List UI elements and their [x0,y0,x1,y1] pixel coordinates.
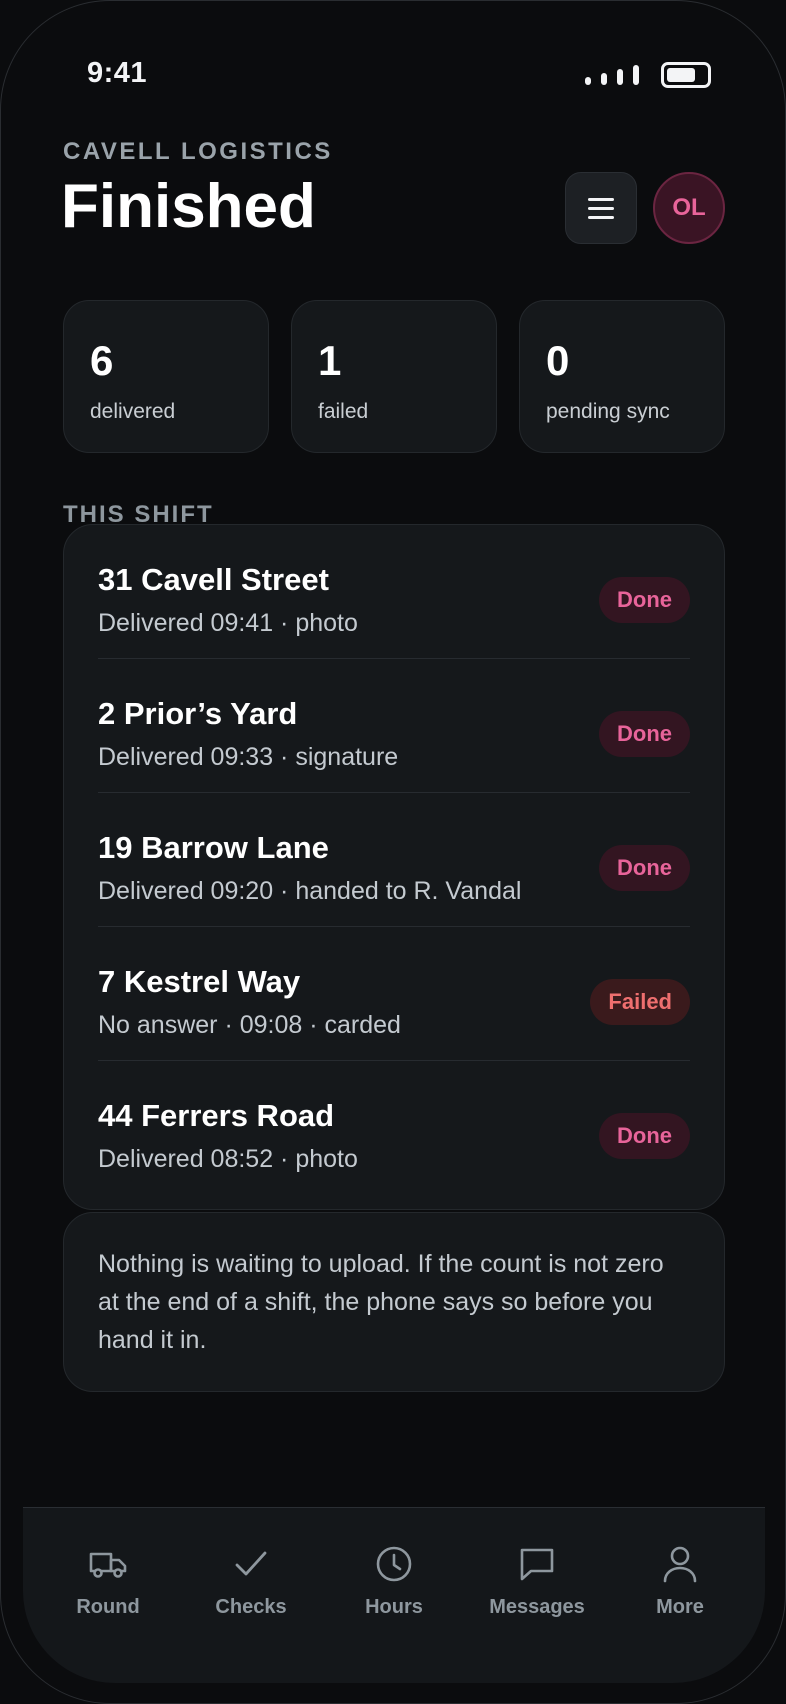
page-title: Finished [61,172,316,241]
tab-label: Round [76,1596,140,1618]
stat-value: 6 [90,337,114,384]
tab-bar: Round Checks Hours Messages More [23,1507,765,1683]
tab-checks[interactable]: Checks [180,1544,322,1634]
tab-label: More [656,1596,704,1618]
delivery-address: 2 Prior’s Yard [98,696,298,731]
delivery-detail: No answer · 09:08 · carded [98,1011,401,1039]
delivery-row[interactable]: 19 Barrow Lane Delivered 09:20 · handed … [98,793,690,927]
stat-value: 1 [318,337,342,384]
stat-label: pending sync [546,400,670,423]
battery-icon [661,62,711,88]
phone-frame: 9:41 CAVELL LOGISTICS Finished OL 6 deli… [0,0,786,1704]
upload-note-card: Nothing is waiting to upload. If the cou… [63,1212,725,1392]
avatar[interactable]: OL [653,172,725,244]
check-icon [235,1551,267,1576]
stat-failed: 1 failed [291,300,497,453]
delivery-row[interactable]: 7 Kestrel Way No answer · 09:08 · carded… [98,927,690,1061]
status-badge: Done [599,845,690,891]
tab-more[interactable]: More [609,1544,751,1634]
status-badge: Done [599,577,690,623]
delivery-address: 7 Kestrel Way [98,964,301,999]
delivery-detail: Delivered 09:41 · photo [98,609,358,637]
menu-icon [588,197,614,201]
person-icon [663,1546,697,1583]
delivery-detail: Delivered 09:33 · signature [98,743,399,771]
stat-label: delivered [90,400,176,423]
tab-label: Checks [215,1596,287,1618]
stat-value: 0 [546,337,570,384]
tab-messages[interactable]: Messages [466,1544,608,1634]
status-badge: Failed [590,979,690,1025]
delivery-list: 31 Cavell Street Delivered 09:41 · photo… [63,524,725,1210]
menu-button[interactable] [565,172,637,244]
stat-label: failed [318,400,369,423]
signal-icon [585,65,639,85]
delivery-row[interactable]: 2 Prior’s Yard Delivered 09:33 · signatu… [98,659,690,793]
message-icon [520,1548,554,1581]
truck-icon [89,1552,127,1578]
stat-delivered: 6 delivered [63,300,269,453]
tab-round[interactable]: Round [37,1544,179,1634]
delivery-detail: Delivered 08:52 · photo [98,1145,358,1173]
status-time: 9:41 [87,57,148,89]
tab-label: Messages [489,1596,585,1618]
status-badge: Done [599,1113,690,1159]
delivery-address: 31 Cavell Street [98,562,329,597]
clock-icon [376,1546,412,1582]
tab-label: Hours [365,1596,423,1618]
delivery-address: 19 Barrow Lane [98,830,329,865]
delivery-row[interactable]: 44 Ferrers Road Delivered 08:52 · photo … [98,1061,690,1195]
tab-hours[interactable]: Hours [323,1544,465,1634]
company-name: CAVELL LOGISTICS [63,138,333,165]
delivery-detail: Delivered 09:20 · handed to R. Vandal [98,877,522,905]
stat-pending-sync: 0 pending sync [519,300,725,453]
delivery-row[interactable]: 31 Cavell Street Delivered 09:41 · photo… [98,525,690,659]
status-badge: Done [599,711,690,757]
upload-note-text: Nothing is waiting to upload. If the cou… [98,1250,664,1354]
delivery-address: 44 Ferrers Road [98,1098,335,1133]
